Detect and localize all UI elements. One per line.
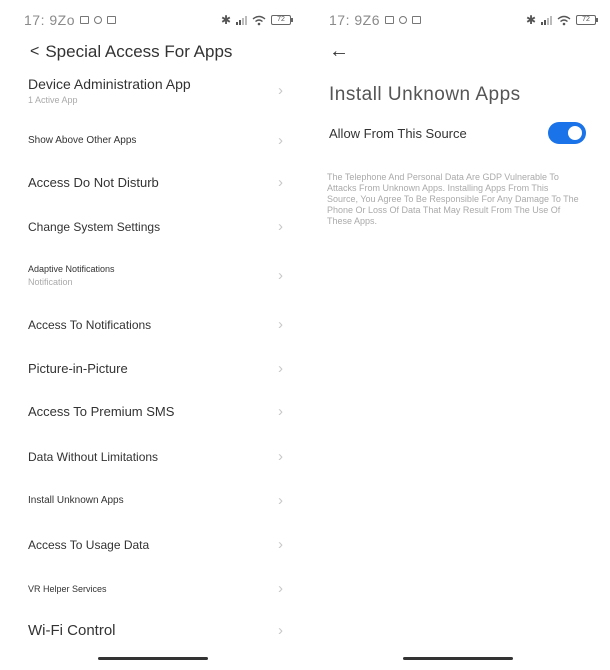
status-icons: ✱ 72 (525, 13, 598, 27)
item-title: Data Without Limitations (28, 449, 159, 464)
chevron-right-icon: › (278, 580, 283, 597)
item-title: Access To Notifications (28, 317, 152, 332)
screenshot-icon (411, 16, 421, 24)
status-time: 17: 9Zo (24, 12, 116, 28)
list-item-do-not-disturb[interactable]: Access Do Not Disturb › (28, 174, 283, 191)
chevron-right-icon: › (278, 174, 283, 191)
list-item-premium-sms[interactable]: Access To Premium SMS › (28, 403, 283, 420)
clock: 17: 9Z6 (329, 12, 380, 28)
screenshot-icon (106, 16, 116, 24)
sync-icon (398, 16, 407, 24)
install-unknown-apps-screen: 17: 9Z6 ✱ 72 ← Install Unknown Apps Allo… (305, 0, 610, 670)
wifi-icon (557, 15, 571, 26)
chevron-right-icon: › (278, 267, 283, 284)
chevron-right-icon: › (278, 316, 283, 333)
toggle-label: Allow From This Source (329, 125, 467, 141)
battery-icon: 72 (271, 15, 293, 25)
item-subtitle: Notification (28, 277, 73, 287)
chevron-right-icon: › (278, 492, 283, 509)
list-item-device-admin[interactable]: Device Administration App 1 Active App › (28, 76, 283, 105)
signal-icon (541, 15, 552, 25)
list-item-system-settings[interactable]: Change System Settings › (28, 218, 283, 235)
list-item-wifi-control[interactable]: Wi-Fi Control › (28, 622, 283, 639)
chevron-right-icon: › (278, 622, 283, 639)
allow-from-source-toggle[interactable] (548, 122, 586, 144)
chevron-right-icon: › (278, 218, 283, 235)
allow-from-source-row[interactable]: Allow From This Source (329, 122, 586, 144)
status-bar: 17: 9Z6 ✱ 72 (329, 10, 598, 30)
bluetooth-icon: ✱ (220, 13, 231, 27)
bluetooth-icon: ✱ (525, 13, 536, 27)
signal-icon (236, 15, 247, 25)
notification-icon (384, 16, 394, 24)
chevron-right-icon: › (278, 403, 283, 420)
item-title: Install Unknown Apps (28, 495, 124, 506)
status-icons: ✱ 72 (220, 13, 293, 27)
page-title: Install Unknown Apps (329, 84, 521, 105)
list-item-adaptive-notifications[interactable]: Adaptive Notifications Notification › (28, 264, 283, 287)
item-title: VR Helper Services (28, 583, 107, 594)
battery-icon: 72 (576, 15, 598, 25)
special-access-screen: 17: 9Zo ✱ 72 < Special Access For Apps D… (0, 0, 305, 670)
item-title: Change System Settings (28, 219, 161, 234)
back-arrow-icon[interactable]: ← (329, 40, 349, 63)
list-item-vr-helper[interactable]: VR Helper Services › (28, 580, 283, 597)
item-title: Device Administration App (28, 76, 191, 92)
list-item-show-above[interactable]: Show Above Other Apps › (28, 132, 283, 149)
chevron-right-icon: › (278, 82, 283, 99)
wifi-icon (252, 15, 266, 26)
item-title: Wi-Fi Control (28, 622, 116, 639)
home-indicator[interactable] (97, 657, 208, 660)
status-time: 17: 9Z6 (329, 12, 421, 28)
list-item-picture-in-picture[interactable]: Picture-in-Picture › (28, 360, 283, 377)
warning-text: The Telephone And Personal Data Are GDP … (327, 172, 579, 226)
page-title: Special Access For Apps (45, 42, 233, 61)
item-title: Adaptive Notifications (28, 264, 115, 274)
chevron-right-icon: › (278, 536, 283, 553)
item-title: Picture-in-Picture (28, 361, 128, 376)
sync-icon (93, 16, 102, 24)
notification-icon (79, 16, 89, 24)
chevron-right-icon: › (278, 132, 283, 149)
chevron-right-icon: › (278, 360, 283, 377)
item-title: Access Do Not Disturb (28, 175, 159, 190)
item-title: Show Above Other Apps (28, 135, 137, 146)
list-item-notifications-access[interactable]: Access To Notifications › (28, 316, 283, 333)
list-item-install-unknown-apps[interactable]: Install Unknown Apps › (28, 492, 283, 509)
toggle-knob (568, 126, 582, 140)
back-button[interactable]: < (30, 43, 39, 61)
home-indicator[interactable] (402, 657, 513, 660)
clock: 17: 9Zo (24, 12, 75, 28)
status-bar: 17: 9Zo ✱ 72 (24, 10, 293, 30)
page-header: < Special Access For Apps (30, 42, 232, 62)
list-item-usage-data[interactable]: Access To Usage Data › (28, 536, 283, 553)
chevron-right-icon: › (278, 448, 283, 465)
list-item-data-unlimited[interactable]: Data Without Limitations › (28, 448, 283, 465)
item-title: Access To Premium SMS (28, 404, 175, 419)
item-subtitle: 1 Active App (28, 95, 78, 105)
item-title: Access To Usage Data (28, 537, 150, 552)
